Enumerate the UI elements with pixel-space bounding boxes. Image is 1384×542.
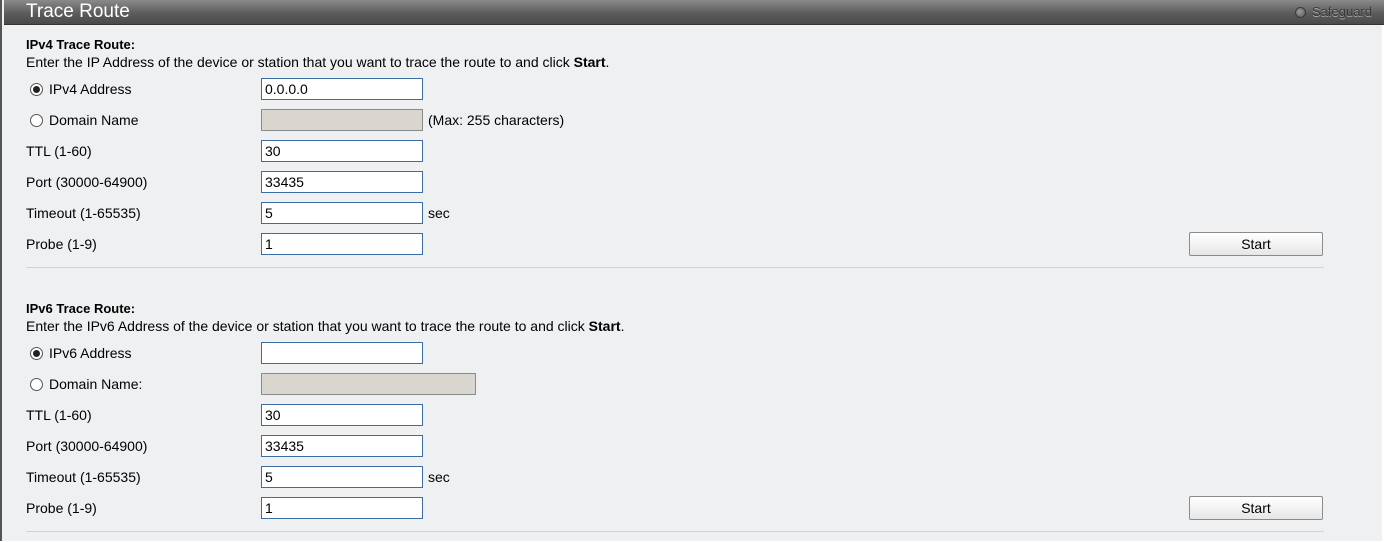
ipv4-probe-input[interactable] <box>261 233 423 255</box>
ipv6-section-divider <box>26 531 1324 532</box>
ipv4-description-end: . <box>605 54 610 70</box>
ipv4-domain-radio[interactable] <box>30 113 43 127</box>
ipv4-ttl-label: TTL (1-60) <box>26 143 92 159</box>
ipv6-address-radio[interactable] <box>30 346 43 360</box>
ipv6-probe-label: Probe (1-9) <box>26 500 97 516</box>
ipv4-timeout-label: Timeout (1-65535) <box>26 205 141 221</box>
ipv6-timeout-input[interactable] <box>261 466 423 488</box>
ipv4-address-radio-label: IPv4 Address <box>49 81 132 97</box>
safeguard-label: Safeguard <box>1312 4 1372 19</box>
ipv4-domain-option[interactable]: Domain Name <box>26 112 138 128</box>
ipv6-domain-radio-label: Domain Name: <box>49 376 143 392</box>
ipv6-address-option[interactable]: IPv6 Address <box>26 345 132 361</box>
ipv6-description-text: Enter the IPv6 Address of the device or … <box>26 318 589 334</box>
ipv4-section-divider <box>26 267 1324 268</box>
ipv4-timeout-input[interactable] <box>261 202 423 224</box>
ipv4-ttl-input[interactable] <box>261 140 423 162</box>
ipv6-description: Enter the IPv6 Address of the device or … <box>26 318 624 334</box>
ipv4-address-radio[interactable] <box>30 82 43 96</box>
ipv4-start-button[interactable]: Start <box>1189 232 1323 256</box>
safeguard-status-icon <box>1295 6 1306 18</box>
ipv6-probe-input[interactable] <box>261 497 423 519</box>
ipv4-description: Enter the IP Address of the device or st… <box>26 54 609 70</box>
ipv6-domain-input[interactable] <box>261 373 476 395</box>
ipv6-description-end: . <box>620 318 625 334</box>
ipv6-port-label: Port (30000-64900) <box>26 438 148 454</box>
ipv6-domain-radio[interactable] <box>30 377 43 391</box>
ipv4-address-input[interactable] <box>261 78 423 100</box>
ipv6-address-input[interactable] <box>261 342 423 364</box>
ipv6-timeout-unit: sec <box>428 469 450 485</box>
ipv4-timeout-unit: sec <box>428 205 450 221</box>
ipv4-port-label: Port (30000-64900) <box>26 174 148 190</box>
ipv4-address-option[interactable]: IPv4 Address <box>26 81 132 97</box>
ipv6-description-bold: Start <box>588 318 621 334</box>
ipv6-port-input[interactable] <box>261 435 423 457</box>
ipv6-domain-option[interactable]: Domain Name: <box>26 376 142 392</box>
ipv6-section-title: IPv6 Trace Route: <box>26 301 136 316</box>
title-bar: Trace Route Safeguard <box>4 0 1384 25</box>
ipv4-domain-input[interactable] <box>261 109 423 131</box>
ipv6-timeout-label: Timeout (1-65535) <box>26 469 141 485</box>
ipv4-description-bold: Start <box>573 54 606 70</box>
safeguard-indicator: Safeguard <box>1295 4 1372 20</box>
trace-route-panel: Trace Route Safeguard IPv4 Trace Route: … <box>0 0 1384 541</box>
page-title: Trace Route <box>26 1 130 22</box>
ipv4-description-text: Enter the IP Address of the device or st… <box>26 54 574 70</box>
ipv4-section-title: IPv4 Trace Route: <box>26 37 136 52</box>
ipv6-start-button[interactable]: Start <box>1189 496 1323 520</box>
ipv4-port-input[interactable] <box>261 171 423 193</box>
ipv6-ttl-input[interactable] <box>261 404 423 426</box>
ipv4-domain-hint: (Max: 255 characters) <box>428 112 565 128</box>
ipv6-ttl-label: TTL (1-60) <box>26 407 92 423</box>
ipv6-address-radio-label: IPv6 Address <box>49 345 132 361</box>
ipv4-probe-label: Probe (1-9) <box>26 236 97 252</box>
ipv4-domain-radio-label: Domain Name <box>49 112 139 128</box>
